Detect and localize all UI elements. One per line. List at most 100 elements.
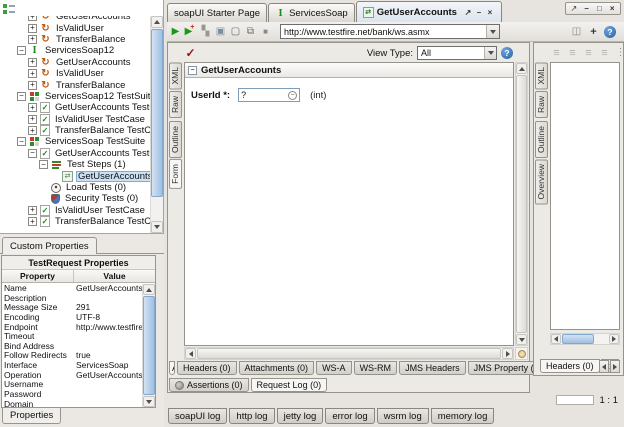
userid-input[interactable]: ? [238,88,300,102]
request-view-tab[interactable]: XML [169,62,182,89]
scroll-down-icon[interactable] [143,396,155,407]
table-row[interactable]: Follow Redirects true [2,351,142,361]
log-tab[interactable]: error log [325,408,374,424]
list-icon[interactable] [598,46,611,59]
document-tab[interactable]: GetUserAccounts [356,1,502,22]
tree-item[interactable]: + TransferBalance [0,79,150,90]
tree-item[interactable]: + TransferBalance TestCase [0,125,150,136]
assertions-tab[interactable]: Assertions (0) [169,378,249,392]
chevron-down-icon[interactable] [484,47,496,59]
expander-icon[interactable]: − [39,160,48,169]
table-row[interactable]: Timeout [2,332,142,342]
expander-icon[interactable]: + [28,206,37,215]
validate-icon[interactable] [184,47,197,60]
list-icon[interactable] [550,46,563,59]
expander-icon[interactable]: + [28,24,37,33]
editor-icon[interactable] [214,25,227,38]
close-icon[interactable] [607,4,617,14]
request-detail-tab[interactable]: WS-A [316,361,352,375]
table-row[interactable]: Username [2,380,142,390]
expander-icon[interactable]: − [17,92,26,101]
minimize-icon[interactable] [474,7,484,17]
editor-vertical-scrollbar[interactable] [515,62,528,346]
scroll-up-icon[interactable] [143,284,155,295]
tree-options-icon[interactable] [3,3,15,15]
log-tab[interactable]: soapUI log [168,408,227,424]
editor-horizontal-scrollbar[interactable] [184,347,514,360]
properties-scrollbar-thumb[interactable] [143,296,155,395]
log-tab[interactable]: http log [229,408,274,424]
scroll-right-icon[interactable] [609,334,619,344]
request-view-tab[interactable]: Outline [169,121,182,158]
cancel-icon[interactable] [259,25,272,38]
request-detail-tab[interactable]: WS-RM [354,361,398,375]
resize-icon[interactable] [518,350,526,358]
scroll-up-icon[interactable] [516,63,527,74]
table-row[interactable]: Bind Address [2,342,142,352]
response-detail-tab[interactable]: Headers (0) [540,359,600,373]
document-tab[interactable]: ServicesSoap [268,3,355,22]
table-row[interactable]: Description [2,294,142,304]
more-icon[interactable] [614,46,624,59]
table-row[interactable]: Endpoint http://www.testfire... [2,323,142,333]
tree-item[interactable]: + IsValidUser TestCase [0,114,150,125]
document-tab[interactable]: soapUI Starter Page [167,3,267,22]
response-view-tab[interactable]: XML [535,62,548,89]
help-icon[interactable] [604,26,616,38]
tree-item[interactable]: − ServicesSoap TestSuite [0,136,150,147]
collapse-icon[interactable] [188,66,197,75]
tree-item[interactable]: + GetUserAccounts [0,57,150,68]
scroll-left-icon[interactable] [551,334,561,344]
clear-field-icon[interactable] [288,91,297,100]
scrollbar-thumb[interactable] [516,75,527,333]
tab-properties[interactable]: Properties [2,408,61,424]
scroll-left-icon[interactable] [185,348,196,359]
log-tab[interactable]: memory log [431,408,495,424]
tab-scroll-right-icon[interactable] [610,360,620,373]
form-section-header[interactable]: GetUserAccounts [185,63,513,78]
layout-icon[interactable] [570,25,583,38]
table-row[interactable]: Interface ServicesSoap [2,361,142,371]
request-view-tab[interactable]: Raw [169,91,182,118]
log-tab[interactable]: jetty log [277,408,324,424]
tree-item[interactable]: + IsValidUser [0,22,150,33]
request-detail-tab[interactable]: JMS Headers [399,361,466,375]
expander-icon[interactable]: + [28,103,37,112]
tree-item[interactable]: Security Tests (0) [0,193,150,204]
expander-icon[interactable]: − [28,149,37,158]
copy-icon[interactable] [244,25,257,38]
float-icon[interactable] [463,7,473,17]
request-detail-tab[interactable]: Attachments (0) [239,361,315,375]
view-type-select[interactable]: All [417,46,497,60]
tree-scrollbar[interactable] [150,16,163,233]
request-view-tab[interactable]: Form [169,159,182,189]
scroll-down-icon[interactable] [516,334,527,345]
tree-item[interactable]: + TransferBalance TestCase [0,216,150,227]
assertions-tab[interactable]: Request Log (0) [251,378,328,392]
scroll-down-icon[interactable] [151,221,163,233]
response-view-tab[interactable]: Raw [535,91,548,118]
expander-icon[interactable]: − [17,137,26,146]
expander-icon[interactable]: + [28,69,37,78]
properties-scrollbar[interactable] [142,284,155,407]
tree-scrollbar-thumb[interactable] [151,29,163,197]
submit-icon[interactable] [169,25,182,38]
scroll-right-icon[interactable] [502,348,513,359]
scroll-up-icon[interactable] [151,16,163,28]
tree-item[interactable]: − ServicesSoap12 [0,45,150,56]
add-icon[interactable] [587,25,600,38]
expander-icon[interactable]: − [17,46,26,55]
table-row[interactable]: Encoding UTF-8 [2,313,142,323]
expander-icon[interactable]: + [28,115,37,124]
expander-icon[interactable]: + [28,58,37,67]
list-icon[interactable] [582,46,595,59]
table-row[interactable]: Domain [2,400,142,407]
scrollbar-thumb[interactable] [197,348,501,359]
maximize-icon[interactable] [594,4,604,14]
minimize-icon[interactable] [582,4,592,14]
table-row[interactable]: Name GetUserAccounts [2,284,142,294]
tree-item[interactable]: + TransferBalance [0,34,150,45]
blank-icon[interactable] [229,25,242,38]
tree-item[interactable]: + GetUserAccounts TestCase [0,102,150,113]
column-value[interactable]: Value [74,270,155,282]
